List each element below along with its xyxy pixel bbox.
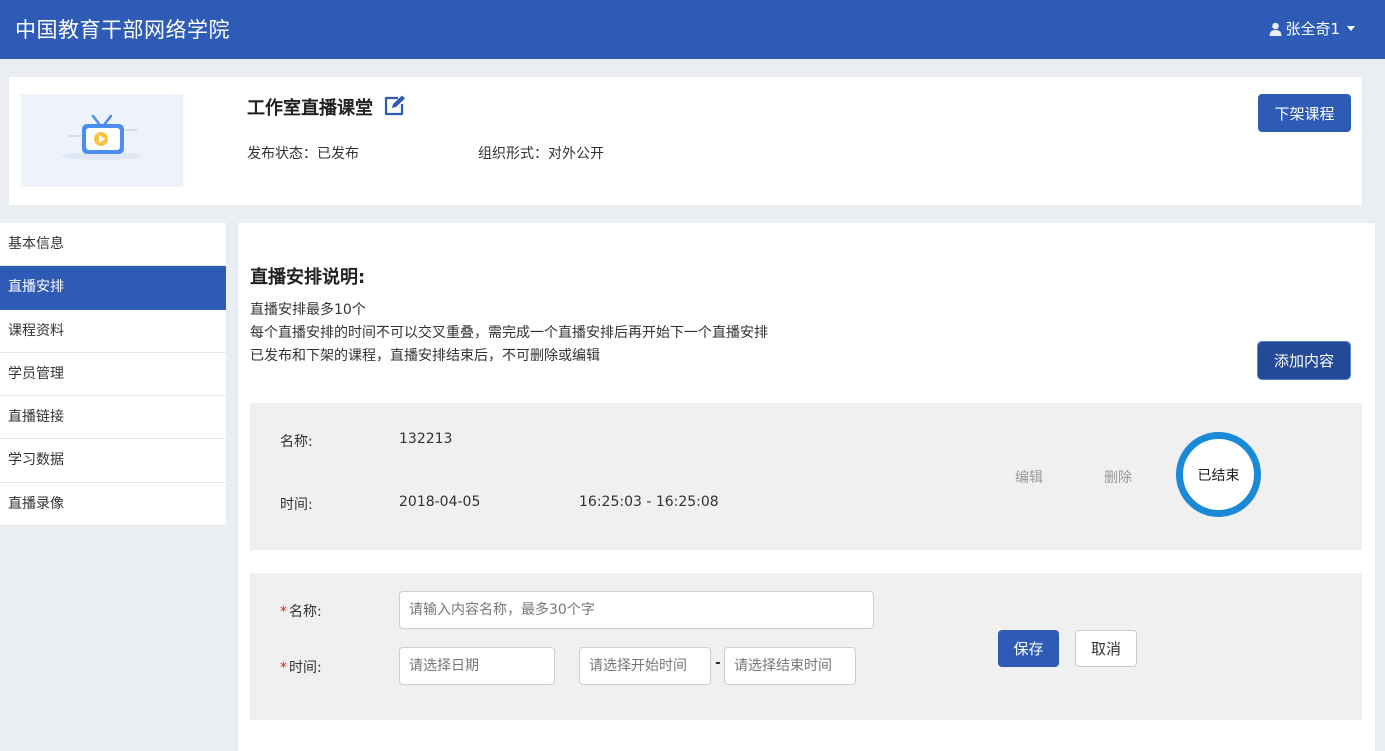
- form-name-label-text: 名称:: [289, 604, 322, 620]
- chevron-down-icon: [1347, 26, 1355, 31]
- sidebar: 基本信息 直播安排 课程资料 学员管理 直播链接 学习数据 直播录像: [0, 223, 226, 527]
- cancel-button[interactable]: 取消: [1075, 630, 1137, 667]
- sidebar-item-basic-info[interactable]: 基本信息: [0, 223, 226, 267]
- record-time-label: 时间:: [280, 497, 313, 513]
- date-input[interactable]: [399, 647, 555, 685]
- record-delete-link[interactable]: 删除: [1104, 467, 1132, 487]
- site-title[interactable]: 中国教育干部网络学院: [15, 14, 230, 44]
- content-name-input[interactable]: [399, 591, 874, 629]
- form-time-label-text: 时间:: [289, 660, 322, 676]
- form-name-label: * 名称:: [280, 601, 322, 621]
- record-edit-link[interactable]: 编辑: [1015, 467, 1043, 487]
- main-panel: 直播安排说明: 直播安排最多10个 每个直播安排的时间不可以交叉重叠，需完成一个…: [238, 223, 1375, 751]
- schedule-form: *名称: *时间: - 保存 取消: [250, 573, 1362, 720]
- section-title: 直播安排说明:: [250, 267, 366, 288]
- record-name-value: 132213: [399, 431, 453, 447]
- schedule-note: 直播安排最多10个: [250, 302, 366, 318]
- edit-icon[interactable]: [383, 94, 407, 120]
- sidebar-item-learning-data[interactable]: 学习数据: [0, 439, 226, 483]
- organization-form: 组织形式：对外公开: [478, 146, 604, 162]
- form-time-label: * 时间:: [280, 657, 322, 677]
- sidebar-item-students[interactable]: 学员管理: [0, 353, 226, 397]
- user-name: 张全奇1: [1285, 20, 1340, 38]
- course-title: 工作室直播课堂: [247, 98, 373, 119]
- schedule-note: 每个直播安排的时间不可以交叉重叠，需完成一个直播安排后再开始下一个直播安排: [250, 325, 768, 341]
- record-name-label: 名称:: [280, 434, 313, 450]
- user-icon: [1269, 22, 1282, 36]
- start-time-input[interactable]: [579, 647, 711, 685]
- add-content-button[interactable]: 添加内容: [1258, 342, 1350, 379]
- sidebar-item-recordings[interactable]: 直播录像: [0, 483, 226, 527]
- end-time-input[interactable]: [724, 647, 856, 685]
- required-mark: *: [280, 604, 287, 620]
- sidebar-item-course-materials[interactable]: 课程资料: [0, 310, 226, 353]
- course-thumbnail: [21, 94, 183, 187]
- top-bar: 中国教育干部网络学院 张全奇1: [0, 0, 1385, 59]
- tv-illustration-icon: [62, 114, 142, 160]
- status-badge-label: 已结束: [1197, 467, 1240, 484]
- course-title-row: 工作室直播课堂: [247, 94, 407, 120]
- unpublish-course-button[interactable]: 下架课程: [1258, 94, 1351, 132]
- time-range-separator: -: [715, 655, 721, 671]
- save-button[interactable]: 保存: [998, 630, 1059, 667]
- course-header: 工作室直播课堂 发布状态：已发布 组织形式：对外公开 下架课程: [9, 77, 1362, 205]
- publish-status: 发布状态：已发布: [247, 146, 359, 162]
- schedule-note: 已发布和下架的课程，直播安排结束后，不可删除或编辑: [250, 348, 600, 364]
- user-menu[interactable]: 张全奇1: [1269, 18, 1355, 39]
- record-time-range: 16:25:03 - 16:25:08: [579, 494, 719, 510]
- required-mark: *: [280, 660, 287, 676]
- sidebar-item-live-schedule[interactable]: 直播安排: [0, 266, 226, 310]
- record-date-value: 2018-04-05: [399, 494, 481, 510]
- sidebar-item-live-link[interactable]: 直播链接: [0, 396, 226, 440]
- schedule-record: 名称: 132213 时间: 2018-04-05 16:25:03 - 16:…: [250, 403, 1362, 550]
- status-badge: 已结束: [1176, 432, 1261, 517]
